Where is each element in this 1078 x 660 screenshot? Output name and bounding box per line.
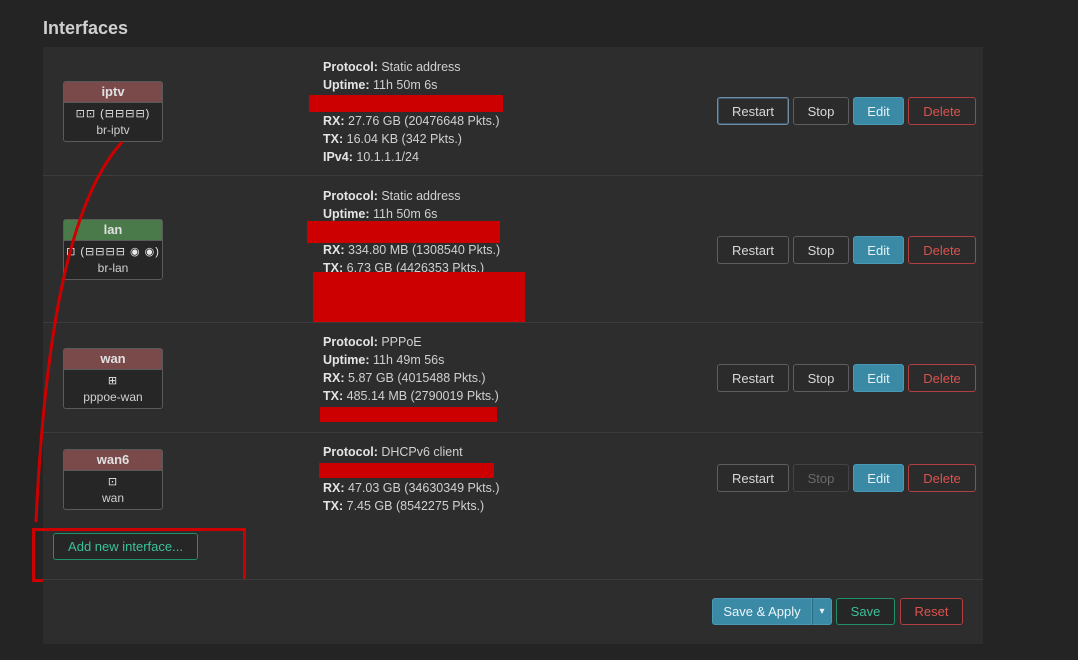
redaction-bar (309, 95, 503, 112)
interface-badge-wan[interactable]: wan ⊞ pppoe-wan (63, 348, 163, 409)
rx-label: RX: (323, 114, 345, 128)
uptime-label: Uptime: (323, 353, 370, 367)
annotation-highlight-box (32, 528, 246, 582)
protocol-label: Protocol: (323, 335, 378, 349)
uptime-label: Uptime: (323, 207, 370, 221)
badge-device: wan (101, 491, 124, 505)
rx-value: 334.80 MB (1308540 Pkts.) (348, 243, 501, 257)
tx-label: TX: (323, 389, 344, 403)
network-device-icon: ⊞ (107, 375, 119, 387)
redaction-bar (307, 221, 500, 243)
uptime-value: 11h 50m 6s (373, 78, 438, 92)
stop-button[interactable]: Stop (793, 464, 849, 492)
edit-button[interactable]: Edit (853, 364, 904, 392)
uptime-value: 11h 49m 56s (373, 353, 445, 367)
restart-button[interactable]: Restart (717, 236, 789, 264)
interface-row-wan: wan ⊞ pppoe-wan Protocol: PPPoE Uptime: … (43, 323, 983, 433)
stop-button[interactable]: Stop (793, 97, 849, 125)
interface-badge-wan6[interactable]: wan6 ⊡ wan (63, 449, 163, 510)
row-actions-lan: Restart Stop Edit Delete (717, 236, 976, 264)
redaction-bar (319, 463, 494, 478)
stop-button[interactable]: Stop (793, 364, 849, 392)
protocol-value: Static address (381, 60, 461, 74)
device-icons: ⊡ (⊟⊟⊟⊟ ◉ ◉) (66, 246, 160, 258)
tx-value: 16.04 KB (342 Pkts.) (346, 132, 462, 146)
network-interfaces-page: Interfaces iptv ⊡⊡ (⊟⊟⊟⊟) br-iptv Protoc… (0, 0, 1078, 660)
interface-info-wan6: Protocol: DHCPv6 client RX: 47.03 GB (34… (319, 443, 500, 515)
reset-button[interactable]: Reset (900, 598, 963, 625)
interface-row-lan: lan ⊡ (⊟⊟⊟⊟ ◉ ◉) br-lan Protocol: Static… (43, 176, 983, 323)
ipv4-value: 10.1.1.1/24 (356, 150, 419, 164)
save-apply-group: Save & Apply ▾ (712, 598, 832, 625)
badge-name: wan (64, 349, 162, 370)
edit-button[interactable]: Edit (853, 97, 904, 125)
rx-label: RX: (323, 243, 345, 257)
protocol-label: Protocol: (323, 445, 378, 459)
protocol-label: Protocol: (323, 60, 378, 74)
badge-device: pppoe-wan (83, 390, 143, 404)
delete-button[interactable]: Delete (908, 97, 976, 125)
delete-button[interactable]: Delete (908, 464, 976, 492)
ipv4-label: IPv4: (323, 150, 353, 164)
badge-device: br-lan (97, 261, 129, 275)
interface-info-iptv: Protocol: Static address Uptime: 11h 50m… (309, 58, 503, 166)
interface-info-wan: Protocol: PPPoE Uptime: 11h 49m 56s RX: … (320, 333, 499, 423)
delete-button[interactable]: Delete (908, 364, 976, 392)
row-actions-iptv: Restart Stop Edit Delete (717, 97, 976, 125)
restart-button[interactable]: Restart (717, 97, 789, 125)
uptime-value: 11h 50m 6s (373, 207, 438, 221)
redaction-bar (320, 407, 497, 422)
uptime-label: Uptime: (323, 78, 370, 92)
tx-value: 7.45 GB (8542275 Pkts.) (346, 499, 485, 513)
delete-button[interactable]: Delete (908, 236, 976, 264)
form-footer: Save & Apply ▾ Save Reset (43, 579, 983, 644)
badge-name: wan6 (64, 450, 162, 471)
row-actions-wan6: Restart Stop Edit Delete (717, 464, 976, 492)
tx-label: TX: (323, 132, 344, 146)
protocol-value: DHCPv6 client (381, 445, 463, 459)
section-title: Interfaces (43, 18, 129, 38)
protocol-label: Protocol: (323, 189, 378, 203)
restart-button[interactable]: Restart (717, 464, 789, 492)
edit-button[interactable]: Edit (853, 236, 904, 264)
edit-button[interactable]: Edit (853, 464, 904, 492)
rx-label: RX: (323, 481, 345, 495)
rx-value: 27.76 GB (20476648 Pkts.) (348, 114, 500, 128)
redaction-block (313, 272, 525, 322)
protocol-value: PPPoE (381, 335, 422, 349)
badge-name: iptv (64, 82, 162, 103)
save-apply-dropdown-icon[interactable]: ▾ (812, 598, 832, 625)
save-apply-button[interactable]: Save & Apply (712, 598, 812, 625)
interface-badge-lan[interactable]: lan ⊡ (⊟⊟⊟⊟ ◉ ◉) br-lan (63, 219, 163, 280)
tx-label: TX: (323, 499, 344, 513)
restart-button[interactable]: Restart (717, 364, 789, 392)
interface-badge-iptv[interactable]: iptv ⊡⊡ (⊟⊟⊟⊟) br-iptv (63, 81, 163, 142)
stop-button[interactable]: Stop (793, 236, 849, 264)
network-device-icon: ⊡ (107, 476, 119, 488)
rx-label: RX: (323, 371, 345, 385)
interface-row-iptv: iptv ⊡⊡ (⊟⊟⊟⊟) br-iptv Protocol: Static … (43, 47, 983, 176)
rx-value: 5.87 GB (4015488 Pkts.) (348, 371, 486, 385)
protocol-value: Static address (381, 189, 461, 203)
device-icons: ⊡⊡ (⊟⊟⊟⊟) (75, 108, 151, 120)
tx-value: 485.14 MB (2790019 Pkts.) (346, 389, 499, 403)
save-button[interactable]: Save (836, 598, 895, 625)
interface-info-lan: Protocol: Static address Uptime: 11h 50m… (307, 187, 501, 277)
interfaces-table: iptv ⊡⊡ (⊟⊟⊟⊟) br-iptv Protocol: Static … (43, 47, 983, 588)
row-actions-wan: Restart Stop Edit Delete (717, 364, 976, 392)
badge-device: br-iptv (96, 123, 130, 137)
rx-value: 47.03 GB (34630349 Pkts.) (348, 481, 500, 495)
badge-name: lan (64, 220, 162, 241)
interface-row-wan6: wan6 ⊡ wan Protocol: DHCPv6 client RX: 4… (43, 433, 983, 522)
